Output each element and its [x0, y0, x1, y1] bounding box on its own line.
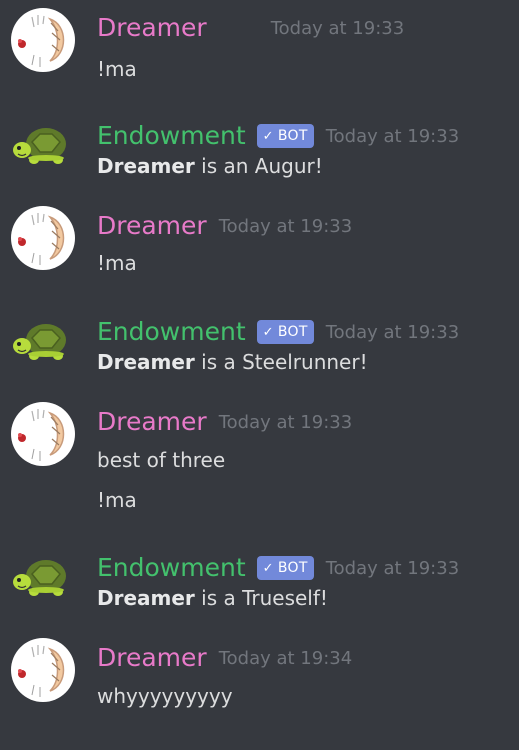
mention-name: Dreamer [97, 154, 195, 178]
username[interactable]: Endowment [97, 121, 246, 151]
message-group: Dreamer Today at 19:33 best of three !ma [0, 394, 519, 532]
username[interactable]: Endowment [97, 553, 246, 583]
avatar[interactable] [10, 7, 76, 73]
timestamp: Today at 19:33 [325, 125, 460, 147]
message-text: Dreamer is an Augur! [97, 154, 323, 178]
timestamp: Today at 19:33 [325, 557, 460, 579]
avatar[interactable] [10, 546, 76, 612]
message-list: Dreamer Today at 19:33 !ma Endowment ✓ BO… [0, 0, 519, 750]
message-text: whyyyyyyyyy [97, 684, 233, 708]
message-header: Dreamer Today at 19:34 [97, 640, 352, 676]
username[interactable]: Endowment [97, 317, 246, 347]
message-group: Endowment ✓ BOT Today at 19:33 Dreamer is… [0, 108, 519, 200]
bot-tag: ✓ BOT [256, 124, 314, 148]
timestamp: Today at 19:33 [270, 17, 405, 39]
message-header: Endowment ✓ BOT Today at 19:33 [97, 314, 459, 350]
bot-tag: ✓ BOT [256, 320, 314, 344]
mention-name: Dreamer [97, 350, 195, 374]
checkmark-icon: ✓ [262, 128, 274, 144]
message-text: Dreamer is a Steelrunner! [97, 350, 368, 374]
message-group: Dreamer Today at 19:34 whyyyyyyyyy [0, 630, 519, 740]
message-header: Dreamer Today at 19:33 [97, 10, 404, 46]
message-text: best of three [97, 448, 226, 472]
dreamer-avatar-icon [11, 8, 75, 72]
message-text: !ma [97, 488, 137, 512]
turtle-avatar-icon [13, 560, 66, 596]
message-group: Endowment ✓ BOT Today at 19:33 Dreamer is… [0, 540, 519, 632]
message-group: Dreamer Today at 19:33 !ma [0, 198, 519, 296]
username[interactable]: Dreamer [97, 211, 207, 241]
timestamp: Today at 19:33 [218, 411, 353, 433]
message-text: !ma [97, 251, 137, 275]
avatar[interactable] [10, 401, 76, 467]
username[interactable]: Dreamer [97, 643, 207, 673]
avatar[interactable] [10, 310, 76, 376]
message-text: Dreamer is a Trueself! [97, 586, 328, 610]
avatar[interactable] [10, 637, 76, 703]
timestamp: Today at 19:33 [325, 321, 460, 343]
message-header: Endowment ✓ BOT Today at 19:33 [97, 550, 459, 586]
message-header: Endowment ✓ BOT Today at 19:33 [97, 118, 459, 154]
dreamer-avatar-icon [11, 206, 75, 270]
message-group: Dreamer Today at 19:33 !ma [0, 0, 519, 98]
avatar[interactable] [10, 114, 76, 180]
message-group: Endowment ✓ BOT Today at 19:33 Dreamer is… [0, 304, 519, 396]
checkmark-icon: ✓ [262, 324, 274, 340]
dreamer-avatar-icon [11, 638, 75, 702]
message-header: Dreamer Today at 19:33 [97, 404, 352, 440]
checkmark-icon: ✓ [262, 560, 274, 576]
bot-tag: ✓ BOT [256, 556, 314, 580]
timestamp: Today at 19:34 [218, 647, 353, 669]
mention-name: Dreamer [97, 586, 195, 610]
message-header: Dreamer Today at 19:33 [97, 208, 352, 244]
dreamer-avatar-icon [11, 402, 75, 466]
timestamp: Today at 19:33 [218, 215, 353, 237]
avatar[interactable] [10, 205, 76, 271]
turtle-avatar-icon [13, 324, 66, 360]
message-text: !ma [97, 57, 137, 81]
turtle-avatar-icon [13, 128, 66, 164]
username[interactable]: Dreamer [97, 407, 207, 437]
username[interactable]: Dreamer [97, 13, 207, 43]
